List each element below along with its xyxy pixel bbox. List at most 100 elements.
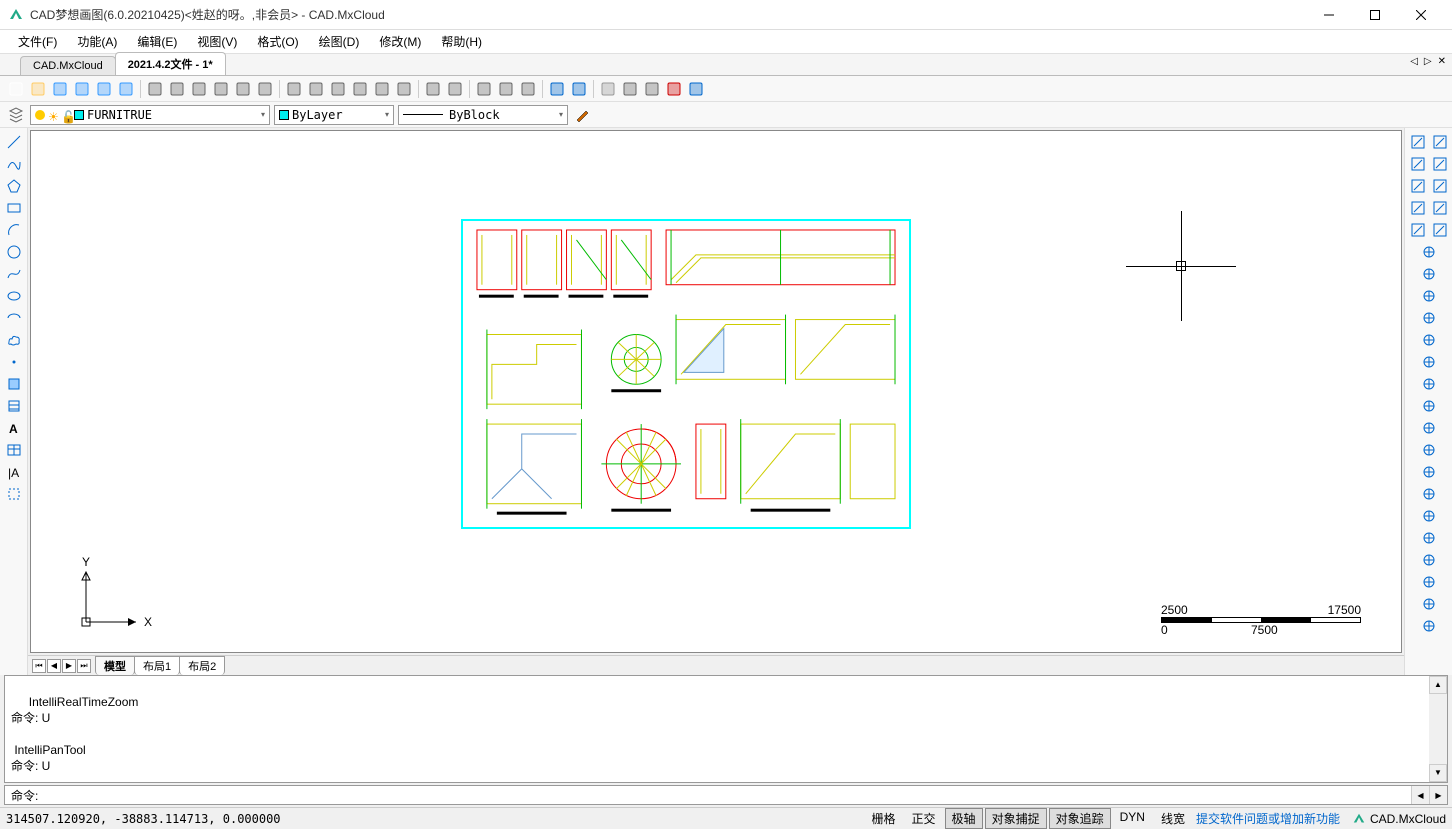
block-icon[interactable] [518,79,538,99]
zoom-in-icon[interactable] [145,79,165,99]
scale-tool[interactable] [1408,220,1428,240]
snap-tool[interactable] [1419,264,1439,284]
menu-6[interactable]: 修改(M) [369,31,431,52]
layout-last-icon[interactable]: ⏭ [77,659,91,673]
polyline-tool[interactable] [4,154,24,174]
fill-color-icon[interactable] [445,79,465,99]
menu-0[interactable]: 文件(F) [8,31,67,52]
pencil-edit-tool[interactable] [1430,132,1450,152]
explode-tool[interactable] [1419,440,1439,460]
linetype-combo[interactable]: ByBlock ▾ [398,105,568,125]
menu-1[interactable]: 功能(A) [67,31,127,52]
insert-block-tool[interactable] [4,374,24,394]
command-history[interactable]: IntelliRealTimeZoom 命令: U IntelliPanTool… [4,675,1448,783]
export-pdf-icon[interactable] [642,79,662,99]
ellipse-arc-tool[interactable] [4,308,24,328]
grid-tool[interactable] [1419,286,1439,306]
status-toggle-0[interactable]: 栅格 [865,808,903,829]
layers-icon[interactable] [394,79,414,99]
menu-4[interactable]: 格式(O) [247,31,308,52]
status-toggle-3[interactable]: 对象捕捉 [985,808,1047,829]
layout-tab-2[interactable]: 布局2 [179,656,225,675]
history-scrollbar[interactable]: ▲ ▼ [1429,676,1447,782]
status-toggle-5[interactable]: DYN [1113,808,1152,829]
extend-tool[interactable] [1419,352,1439,372]
table-tool[interactable] [4,440,24,460]
menu-5[interactable]: 绘图(D) [309,31,370,52]
crop-tool[interactable] [4,484,24,504]
menu-3[interactable]: 视图(V) [187,31,247,52]
copy-layer-tool[interactable] [1408,132,1428,152]
arc-tool[interactable] [4,220,24,240]
array-tool[interactable] [1430,176,1450,196]
open-file-icon[interactable] [28,79,48,99]
pdf-icon[interactable] [664,79,684,99]
cmd-scroll-left-icon[interactable]: ◀ [1411,786,1429,804]
ortho-tool[interactable] [1419,308,1439,328]
rectangle-tool[interactable] [4,198,24,218]
offset-tool[interactable] [1408,176,1428,196]
tab-prev-icon[interactable]: ◁ [1408,56,1420,67]
redo-icon[interactable] [569,79,589,99]
zoom-extents-icon[interactable] [211,79,231,99]
eraser-icon[interactable] [372,79,392,99]
command-input[interactable] [46,788,1441,802]
text-a-tool[interactable]: A [4,418,24,438]
point-tool[interactable] [4,352,24,372]
layer-manager-icon[interactable] [6,105,26,125]
menu-2[interactable]: 编辑(E) [127,31,187,52]
scroll-down-icon[interactable]: ▼ [1429,764,1447,782]
inquiry-tool[interactable] [1419,572,1439,592]
mtext-tool[interactable]: |A [4,462,24,482]
layer-combo[interactable]: ☀ 🔓 FURNITRUE ▾ [30,105,270,125]
layout-next-icon[interactable]: ▶ [62,659,76,673]
select-window-tool[interactable] [1419,242,1439,262]
scroll-up-icon[interactable]: ▲ [1429,676,1447,694]
tab-next-icon[interactable]: ▷ [1422,56,1434,67]
color-combo[interactable]: ByLayer ▾ [274,105,394,125]
stretch-tool[interactable] [1430,220,1450,240]
layers-mgr-tool[interactable] [1419,594,1439,614]
drawing-canvas[interactable]: X Y 250017500 07500 [30,130,1402,653]
menu-7[interactable]: 帮助(H) [431,31,492,52]
layout-prev-icon[interactable]: ◀ [47,659,61,673]
circle-tool[interactable] [4,242,24,262]
fillet-tool[interactable] [1419,418,1439,438]
dist-tool[interactable] [1419,528,1439,548]
move-tool[interactable] [1408,198,1428,218]
zoom-realtime-icon[interactable] [233,79,253,99]
pencil-icon[interactable] [350,79,370,99]
status-toggle-1[interactable]: 正交 [905,808,943,829]
hatch-region-tool[interactable] [4,396,24,416]
cross-icon[interactable] [328,79,348,99]
line-color-icon[interactable] [423,79,443,99]
polygon-tool[interactable] [4,176,24,196]
zoom-window-icon[interactable] [189,79,209,99]
revcloud-tool[interactable] [4,330,24,350]
layout-first-icon[interactable]: ⏮ [32,659,46,673]
tab-close-icon[interactable]: ✕ [1436,56,1448,67]
copy-tool[interactable] [1408,154,1428,174]
save-icon[interactable] [72,79,92,99]
purge-tool[interactable] [1419,616,1439,636]
zoom-out-icon[interactable] [167,79,187,99]
ellipse-tool[interactable] [4,286,24,306]
break-tool[interactable] [1419,374,1439,394]
status-toggle-4[interactable]: 对象追踪 [1049,808,1111,829]
spline-tool[interactable] [4,264,24,284]
cmd-scroll-right-icon[interactable]: ▶ [1429,786,1447,804]
export-icon[interactable] [116,79,136,99]
status-toggle-6[interactable]: 线宽 [1154,808,1192,829]
status-toggle-2[interactable]: 极轴 [945,808,983,829]
zoom-prev-icon[interactable] [306,79,326,99]
layout-tab-0[interactable]: 模型 [95,656,135,675]
close-button[interactable] [1398,0,1444,30]
rotate-tool[interactable] [1430,198,1450,218]
minimize-button[interactable] [1306,0,1352,30]
match-icon[interactable] [474,79,494,99]
join-tool[interactable] [1419,506,1439,526]
print-icon[interactable] [598,79,618,99]
find-icon[interactable] [496,79,516,99]
mirror-tool[interactable] [1430,154,1450,174]
window-zoom-icon[interactable] [284,79,304,99]
